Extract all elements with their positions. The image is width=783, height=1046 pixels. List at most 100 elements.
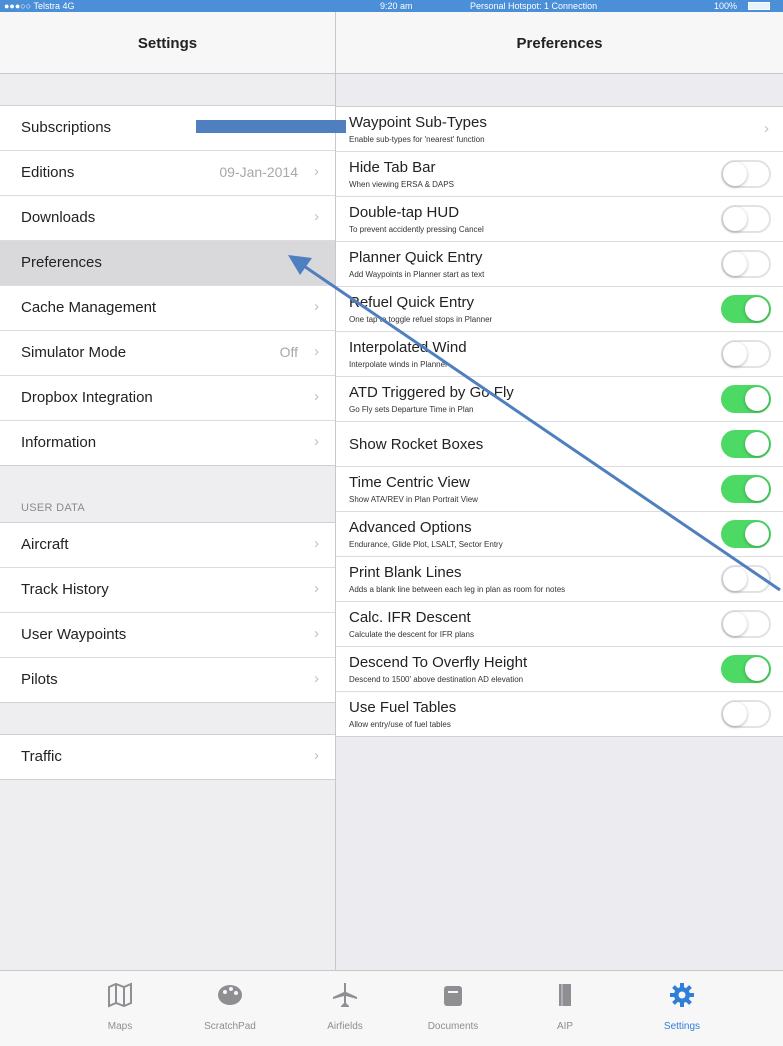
chevron-right-icon: › — [314, 388, 319, 405]
pref-title: ATD Triggered by Go Fly — [349, 384, 514, 401]
pref-title: Use Fuel Tables — [349, 699, 457, 716]
pref-title: Hide Tab Bar — [349, 159, 436, 176]
map-icon — [108, 982, 132, 1008]
book-icon — [559, 984, 571, 1006]
tab-label: ScratchPad — [204, 1021, 256, 1032]
preferences-pane: Preferences Waypoint Sub-Types Enable su… — [336, 12, 783, 970]
palette-icon — [218, 985, 242, 1005]
settings-item-subscriptions[interactable]: Subscriptions — [0, 106, 335, 151]
calc-ifr-descent-toggle[interactable] — [721, 610, 771, 638]
interpolated-wind-toggle[interactable] — [721, 340, 771, 368]
pref-title: Refuel Quick Entry — [349, 294, 475, 311]
pref-subtitle: Descend to 1500' above destination AD el… — [349, 675, 524, 684]
settings-item-label: Information — [21, 434, 97, 451]
pref-atd-triggered: ATD Triggered by Go Fly Go Fly sets Depa… — [336, 377, 783, 422]
settings-item-user-waypoints[interactable]: User Waypoints › — [0, 613, 335, 658]
battery-icon — [748, 2, 770, 10]
settings-item-aircraft[interactable]: Aircraft › — [0, 523, 335, 568]
tab-scratchpad[interactable]: ScratchPad — [190, 971, 270, 1046]
settings-item-information[interactable]: Information › — [0, 421, 335, 465]
settings-nav-bar: Settings — [0, 12, 335, 74]
settings-item-dropbox-integration[interactable]: Dropbox Integration › — [0, 376, 335, 421]
settings-item-cache-management[interactable]: Cache Management › — [0, 286, 335, 331]
pref-title: Planner Quick Entry — [349, 249, 483, 266]
pref-subtitle: Endurance, Glide Plot, LSALT, Sector Ent… — [349, 540, 503, 549]
status-bar: ●●●○○ Telstra 4G 9:20 am Personal Hotspo… — [0, 0, 783, 12]
chevron-right-icon: › — [764, 120, 769, 137]
pref-descend-to-overfly-height: Descend To Overfly Height Descend to 150… — [336, 647, 783, 692]
time-centric-view-toggle[interactable] — [721, 475, 771, 503]
pref-subtitle: To prevent accidently pressing Cancel — [349, 225, 484, 234]
editions-date-value: 09-Jan-2014 — [219, 164, 298, 180]
pref-show-rocket-boxes: Show Rocket Boxes — [336, 422, 783, 467]
gear-icon — [670, 983, 694, 1007]
chevron-right-icon: › — [314, 625, 319, 642]
tab-settings[interactable]: Settings — [642, 971, 722, 1046]
use-fuel-tables-toggle[interactable] — [721, 700, 771, 728]
planner-quick-entry-toggle[interactable] — [721, 250, 771, 278]
tab-label: Documents — [427, 1021, 479, 1032]
settings-item-label: Cache Management — [21, 299, 157, 316]
settings-item-downloads[interactable]: Downloads › — [0, 196, 335, 241]
tab-bar: Maps ScratchPad Airfields Documents AIP — [0, 970, 783, 1046]
pref-title: Waypoint Sub-Types — [349, 114, 487, 131]
settings-item-label: Dropbox Integration — [21, 389, 153, 406]
settings-item-track-history[interactable]: Track History › — [0, 568, 335, 613]
settings-item-label: Aircraft — [21, 536, 69, 553]
pref-title: Interpolated Wind — [349, 339, 467, 356]
tab-label: Maps — [107, 1021, 133, 1032]
settings-item-label: Subscriptions — [21, 119, 112, 136]
chevron-right-icon: › — [314, 163, 319, 180]
chevron-right-icon: › — [314, 580, 319, 597]
pref-subtitle: One tap to toggle refuel stops in Planne… — [349, 315, 493, 324]
pref-double-tap-hud: Double-tap HUD To prevent accidently pre… — [336, 197, 783, 242]
pref-subtitle: Adds a blank line between each leg in pl… — [349, 585, 566, 594]
pref-use-fuel-tables: Use Fuel Tables Allow entry/use of fuel … — [336, 692, 783, 736]
tab-label: Settings — [663, 1021, 701, 1032]
clock-label: 9:20 am — [380, 1, 413, 11]
pref-print-blank-lines: Print Blank Lines Adds a blank line betw… — [336, 557, 783, 602]
pref-subtitle: Go Fly sets Departure Time in Plan — [349, 405, 474, 414]
carrier-label: ●●●○○ Telstra 4G — [4, 1, 75, 11]
settings-item-traffic[interactable]: Traffic › — [0, 735, 335, 779]
pref-refuel-quick-entry: Refuel Quick Entry One tap to toggle ref… — [336, 287, 783, 332]
descend-to-overfly-height-toggle[interactable] — [721, 655, 771, 683]
tab-documents[interactable]: Documents — [413, 971, 493, 1046]
preferences-nav-bar: Preferences — [336, 12, 783, 74]
advanced-options-toggle[interactable] — [721, 520, 771, 548]
pref-calc-ifr-descent: Calc. IFR Descent Calculate the descent … — [336, 602, 783, 647]
preferences-list: Waypoint Sub-Types Enable sub-types for … — [336, 106, 783, 737]
chevron-right-icon: › — [314, 343, 319, 360]
preferences-title: Preferences — [516, 35, 603, 52]
tab-aip[interactable]: AIP — [525, 971, 605, 1046]
user-data-section-header: USER DATA — [21, 502, 86, 514]
tab-label: AIP — [556, 1021, 574, 1032]
airplane-icon — [333, 983, 357, 1007]
print-blank-lines-toggle[interactable] — [721, 565, 771, 593]
settings-item-preferences[interactable]: Preferences — [0, 241, 335, 286]
user-data-group: Aircraft › Track History › User Waypoint… — [0, 522, 335, 703]
settings-item-label: Editions — [21, 164, 75, 181]
pref-title: Show Rocket Boxes — [349, 436, 484, 453]
pref-subtitle: Enable sub-types for 'nearest' function — [349, 135, 485, 144]
chevron-right-icon: › — [314, 298, 319, 315]
settings-item-label: User Waypoints — [21, 626, 127, 643]
settings-main-group: Subscriptions Editions 09-Jan-2014 › Dow… — [0, 105, 335, 466]
pref-title: Double-tap HUD — [349, 204, 460, 221]
double-tap-hud-toggle[interactable] — [721, 205, 771, 233]
tab-airfields[interactable]: Airfields — [305, 971, 385, 1046]
pref-subtitle: Allow entry/use of fuel tables — [349, 720, 451, 729]
settings-item-editions[interactable]: Editions 09-Jan-2014 › — [0, 151, 335, 196]
settings-item-label: Track History — [21, 581, 109, 598]
show-rocket-boxes-toggle[interactable] — [721, 430, 771, 458]
atd-triggered-toggle[interactable] — [721, 385, 771, 413]
pref-subtitle: Interpolate winds in Planner — [349, 360, 448, 369]
tab-maps[interactable]: Maps — [80, 971, 160, 1046]
pref-waypoint-sub-types[interactable]: Waypoint Sub-Types Enable sub-types for … — [336, 107, 783, 152]
hide-tab-bar-toggle[interactable] — [721, 160, 771, 188]
chevron-right-icon: › — [314, 208, 319, 225]
refuel-quick-entry-toggle[interactable] — [721, 295, 771, 323]
settings-item-simulator-mode[interactable]: Simulator Mode Off › — [0, 331, 335, 376]
pref-subtitle: Add Waypoints in Planner start as text — [349, 270, 485, 279]
settings-item-pilots[interactable]: Pilots › — [0, 658, 335, 702]
